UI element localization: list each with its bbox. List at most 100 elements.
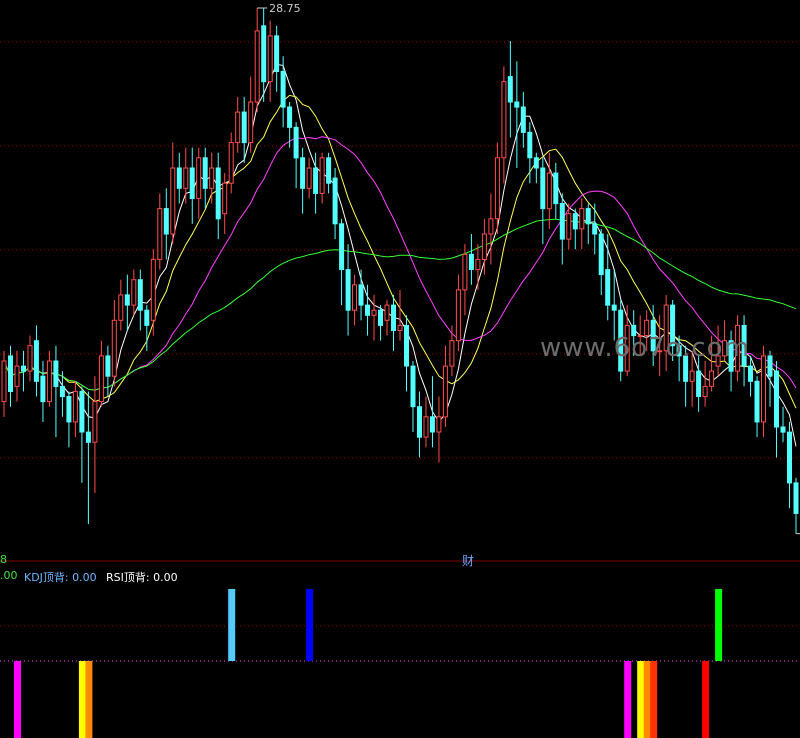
candle-body-62 xyxy=(404,324,409,367)
candle-body-68 xyxy=(442,365,448,418)
candle-body-106 xyxy=(689,370,695,382)
candle-body-49 xyxy=(319,157,325,194)
signal-bar-8 xyxy=(650,661,658,738)
candle-body-55 xyxy=(358,284,364,306)
candle-body-79 xyxy=(514,101,520,108)
candle-body-75 xyxy=(488,218,494,235)
candle-body-16 xyxy=(105,355,111,377)
candle-body-56 xyxy=(365,304,370,316)
indicator-legend-prefix: .00 xyxy=(0,569,18,582)
candle-body-22 xyxy=(144,309,150,326)
candle-body-42 xyxy=(274,35,280,72)
indicator-marker-left: 8 xyxy=(0,553,7,566)
candle-body-28 xyxy=(183,167,189,189)
candle-body-37 xyxy=(241,111,247,144)
candle-body-72 xyxy=(468,253,474,271)
indicator-legend-rsi: RSI顶背: 0.00 xyxy=(106,571,178,584)
stock-chart-window: { "chart_data": { "type": "candlestick",… xyxy=(0,0,800,738)
candle-body-77 xyxy=(501,81,507,159)
candle-body-18 xyxy=(118,294,124,321)
candle-body-121 xyxy=(787,431,792,484)
candle-body-90 xyxy=(585,208,591,225)
candle-body-73 xyxy=(475,258,481,271)
candle-body-20 xyxy=(131,279,137,306)
candle-body-47 xyxy=(306,167,312,189)
signal-bars xyxy=(14,589,723,738)
watermark: www.6o7o.com xyxy=(540,333,750,363)
signal-bar-3 xyxy=(228,589,236,661)
candle-body-120 xyxy=(780,426,786,433)
signal-bar-9 xyxy=(702,661,710,738)
candle-body-43 xyxy=(280,71,286,108)
candle-body-50 xyxy=(326,157,332,184)
indicator-grid xyxy=(0,625,800,662)
candle-body-53 xyxy=(345,269,351,311)
signal-bar-10 xyxy=(715,589,723,661)
candlestick-series xyxy=(1,8,799,534)
candle-body-107 xyxy=(696,370,702,398)
candle-body-24 xyxy=(157,208,163,260)
candle-body-44 xyxy=(287,106,293,128)
candle-body-83 xyxy=(540,167,546,210)
candle-body-1 xyxy=(8,355,13,392)
candle-body-4 xyxy=(27,345,33,372)
candle-body-61 xyxy=(397,324,403,331)
candle-body-70 xyxy=(455,289,461,342)
candle-body-60 xyxy=(391,304,396,332)
candle-body-33 xyxy=(215,167,221,220)
candle-body-84 xyxy=(546,172,552,210)
candle-body-94 xyxy=(611,304,617,311)
candle-body-66 xyxy=(429,416,435,433)
candle-body-52 xyxy=(339,223,345,271)
candle-body-8 xyxy=(53,360,59,387)
candle-body-14 xyxy=(92,401,98,443)
candle-body-15 xyxy=(98,355,104,403)
candle-body-9 xyxy=(59,385,65,398)
candle-body-64 xyxy=(417,406,422,438)
candle-body-41 xyxy=(267,35,273,83)
moving-average-lines xyxy=(3,63,797,447)
candle-body-92 xyxy=(598,233,604,276)
candle-body-115 xyxy=(748,365,753,382)
candle-body-59 xyxy=(384,304,390,321)
candle-body-69 xyxy=(449,340,455,367)
candle-body-12 xyxy=(79,390,85,433)
signal-bar-0 xyxy=(14,661,21,738)
signal-bar-2 xyxy=(85,661,93,738)
candle-body-119 xyxy=(774,370,779,428)
candle-body-19 xyxy=(124,294,130,306)
candle-body-118 xyxy=(767,355,773,377)
candle-body-74 xyxy=(481,233,487,260)
candle-body-21 xyxy=(137,279,143,311)
candle-body-36 xyxy=(235,111,241,144)
candle-body-2 xyxy=(14,365,20,387)
candle-body-5 xyxy=(33,340,39,382)
candle-body-3 xyxy=(21,365,26,372)
candle-body-86 xyxy=(559,203,565,240)
candle-body-46 xyxy=(300,157,306,189)
candle-body-76 xyxy=(494,157,500,220)
candle-body-63 xyxy=(410,365,416,408)
candle-body-32 xyxy=(209,167,215,189)
candle-body-10 xyxy=(66,396,72,423)
candle-body-34 xyxy=(222,182,228,215)
candle-body-81 xyxy=(527,131,533,159)
candle-body-82 xyxy=(533,157,539,169)
candle-body-26 xyxy=(170,167,176,235)
candle-body-117 xyxy=(761,355,766,423)
candle-body-71 xyxy=(462,253,468,291)
extreme-labels: 28.7518.59 xyxy=(257,2,800,535)
candle-body-6 xyxy=(40,375,46,403)
signal-bar-5 xyxy=(624,661,632,738)
candle-body-39 xyxy=(254,30,260,103)
candle-body-48 xyxy=(313,167,319,194)
candle-body-93 xyxy=(605,269,611,306)
indicator-marker-mid: 财 xyxy=(462,554,475,568)
candle-body-45 xyxy=(293,126,299,159)
signal-bar-6 xyxy=(637,661,645,738)
chart-canvas: 28.7518.59 xyxy=(0,2,800,738)
candle-body-58 xyxy=(378,309,383,326)
candle-body-57 xyxy=(371,309,377,316)
candle-body-87 xyxy=(566,213,572,240)
candle-body-17 xyxy=(111,319,117,377)
